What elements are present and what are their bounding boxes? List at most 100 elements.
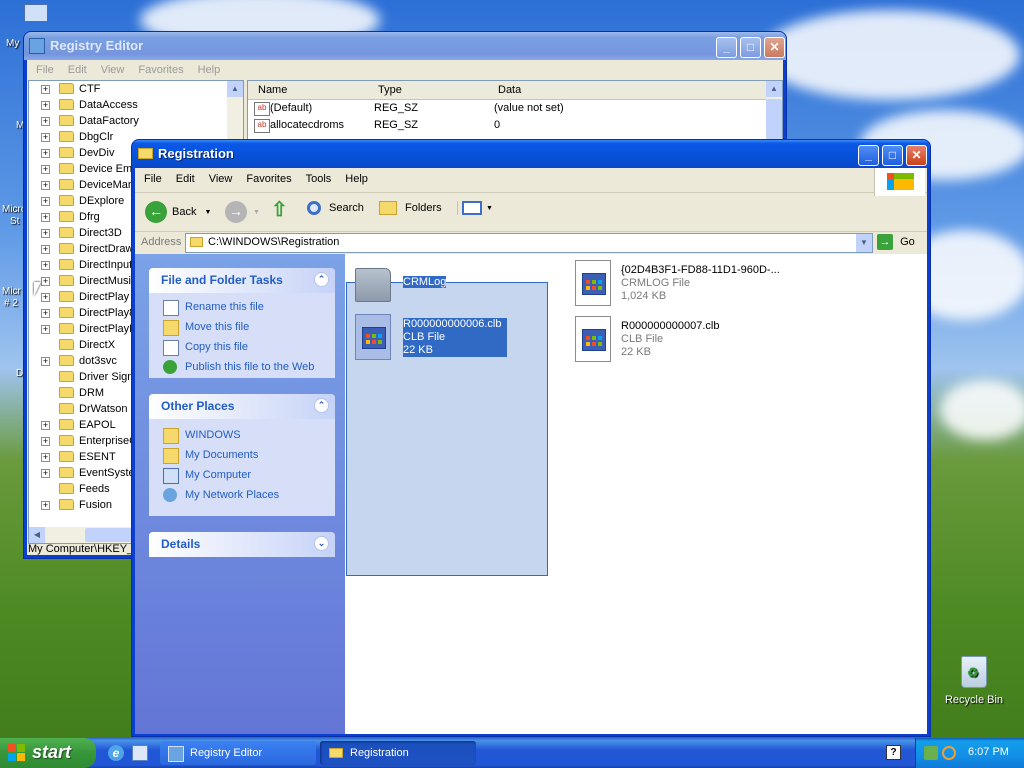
search-button[interactable]: Search [307, 201, 364, 215]
back-button[interactable]: ← Back ▼ [145, 201, 211, 223]
place-my-documents[interactable]: My Documents [149, 445, 335, 465]
menu-file[interactable]: File [29, 61, 61, 79]
expand-plus-icon[interactable]: + [41, 101, 50, 110]
internet-explorer-icon[interactable]: e [108, 745, 124, 761]
taskbar-item-registration[interactable]: Registration [320, 741, 476, 765]
task-move-file[interactable]: Move this file [149, 317, 335, 337]
other-places-header[interactable]: Other Places ⌃ [149, 394, 335, 419]
close-button[interactable]: ✕ [764, 37, 785, 58]
menu-help[interactable]: Help [338, 170, 375, 188]
place-my-network[interactable]: My Network Places [149, 485, 335, 505]
desktop-partial-label: My [6, 38, 20, 49]
task-rename-file[interactable]: Rename this file [149, 297, 335, 317]
close-button[interactable]: ✕ [906, 145, 927, 166]
expand-plus-icon[interactable]: + [41, 453, 50, 462]
clock[interactable]: 6:07 PM [968, 746, 1009, 758]
expand-plus-icon[interactable]: + [41, 85, 50, 94]
menu-view[interactable]: View [202, 170, 240, 188]
help-icon[interactable]: ? [886, 745, 901, 760]
expand-plus-icon[interactable]: + [41, 117, 50, 126]
menu-favorites[interactable]: Favorites [239, 170, 298, 188]
taskbar-item-registry-editor[interactable]: Registry Editor [160, 741, 316, 765]
place-windows[interactable]: WINDOWS [149, 425, 335, 445]
address-field[interactable]: C:\WINDOWS\Registration ▼ [185, 233, 873, 253]
file-view[interactable]: CRMLog {02D4B3F1-FD88-11D1-960D-... CRML… [345, 254, 927, 734]
forward-button[interactable]: → ▼ [225, 201, 260, 223]
value-type: REG_SZ [374, 102, 419, 114]
expand-plus-icon[interactable]: + [41, 293, 50, 302]
desktop-icon-my-computer[interactable] [22, 2, 52, 28]
expand-plus-icon[interactable]: + [41, 197, 50, 206]
expand-plus-icon[interactable]: + [41, 133, 50, 142]
expand-plus-icon[interactable]: + [41, 501, 50, 510]
desktop-icon-recycle-bin[interactable]: ♻ Recycle Bin [939, 656, 1009, 706]
place-label: My Network Places [185, 489, 280, 501]
minimize-button[interactable]: _ [858, 145, 879, 166]
start-button[interactable]: start [0, 738, 96, 768]
menu-edit[interactable]: Edit [169, 170, 202, 188]
expand-plus-icon[interactable]: + [41, 437, 50, 446]
chevron-down-icon[interactable]: ▼ [204, 209, 211, 216]
address-label: Address [141, 236, 182, 248]
file-item[interactable]: {02D4B3F1-FD88-11D1-960D-... CRMLOG File… [573, 260, 813, 308]
file-item[interactable]: CRMLog [353, 264, 513, 308]
expand-plus-icon[interactable]: + [41, 245, 50, 254]
show-desktop-icon[interactable] [132, 745, 148, 761]
expand-plus-icon[interactable]: + [41, 469, 50, 478]
minimize-button[interactable]: _ [716, 37, 737, 58]
menu-edit[interactable]: Edit [61, 61, 94, 79]
menu-tools[interactable]: Tools [299, 170, 339, 188]
expand-plus-icon[interactable]: + [41, 325, 50, 334]
folder-icon [59, 419, 74, 430]
scroll-up-arrow-icon[interactable]: ▲ [766, 81, 782, 97]
menu-help[interactable]: Help [191, 61, 228, 79]
scroll-up-arrow-icon[interactable]: ▲ [227, 81, 243, 97]
expand-chevron-icon[interactable]: ⌄ [314, 536, 329, 551]
search-tray-icon[interactable] [942, 746, 956, 760]
collapse-chevron-icon[interactable]: ⌃ [314, 398, 329, 413]
expand-plus-icon[interactable]: + [41, 357, 50, 366]
expand-plus-icon[interactable]: + [41, 309, 50, 318]
expand-plus-icon[interactable]: + [41, 181, 50, 190]
registration-titlebar[interactable]: Registration _ □ ✕ [132, 140, 930, 168]
value-row[interactable]: ab (Default) REG_SZ (value not set) [248, 100, 782, 117]
views-button[interactable]: ▼ [457, 201, 493, 215]
task-copy-file[interactable]: Copy this file [149, 337, 335, 357]
tree-item-label: DirectPlay [79, 291, 130, 303]
maximize-button[interactable]: □ [740, 37, 761, 58]
task-publish-web[interactable]: Publish this file to the Web [149, 357, 335, 377]
file-item[interactable]: R000000000007.clb CLB File 22 KB [573, 316, 773, 366]
status-path: My Computer\HKEY_L [28, 543, 140, 555]
menu-view[interactable]: View [94, 61, 132, 79]
column-name[interactable]: Name [258, 84, 287, 96]
collapse-chevron-icon[interactable]: ⌃ [314, 272, 329, 287]
address-dropdown-arrow-icon[interactable]: ▼ [856, 234, 872, 252]
registry-editor-titlebar[interactable]: Registry Editor _ □ ✕ [24, 32, 786, 60]
file-folder-tasks-header[interactable]: File and Folder Tasks ⌃ [149, 268, 335, 293]
registration-window[interactable]: Registration _ □ ✕ File Edit View Favorites… [132, 140, 930, 736]
expand-plus-icon[interactable]: + [41, 261, 50, 270]
folders-button[interactable]: Folders [379, 201, 442, 215]
up-folder-button[interactable]: ⇧ [271, 199, 291, 221]
folder-icon [59, 323, 74, 334]
expand-plus-icon[interactable]: + [41, 149, 50, 158]
value-row[interactable]: ab allocatecdroms REG_SZ 0 [248, 117, 782, 134]
expand-plus-icon[interactable]: + [41, 277, 50, 286]
menu-favorites[interactable]: Favorites [131, 61, 190, 79]
expand-plus-icon[interactable]: + [41, 213, 50, 222]
network-tray-icon[interactable] [924, 746, 938, 760]
folder-icon [59, 275, 74, 286]
expand-plus-icon[interactable]: + [41, 421, 50, 430]
expand-plus-icon[interactable]: + [41, 229, 50, 238]
place-my-computer[interactable]: My Computer [149, 465, 335, 485]
details-header[interactable]: Details ⌄ [149, 532, 335, 557]
maximize-button[interactable]: □ [882, 145, 903, 166]
vscroll-thumb[interactable] [766, 99, 782, 139]
scroll-left-arrow-icon[interactable]: ◀ [29, 527, 45, 543]
column-data[interactable]: Data [498, 84, 521, 96]
menu-file[interactable]: File [137, 170, 169, 188]
column-type[interactable]: Type [378, 84, 402, 96]
go-button[interactable]: → Go [877, 234, 915, 250]
expand-plus-icon[interactable]: + [41, 165, 50, 174]
file-item[interactable]: R000000000006.clb CLB File 22 KB [353, 314, 533, 364]
